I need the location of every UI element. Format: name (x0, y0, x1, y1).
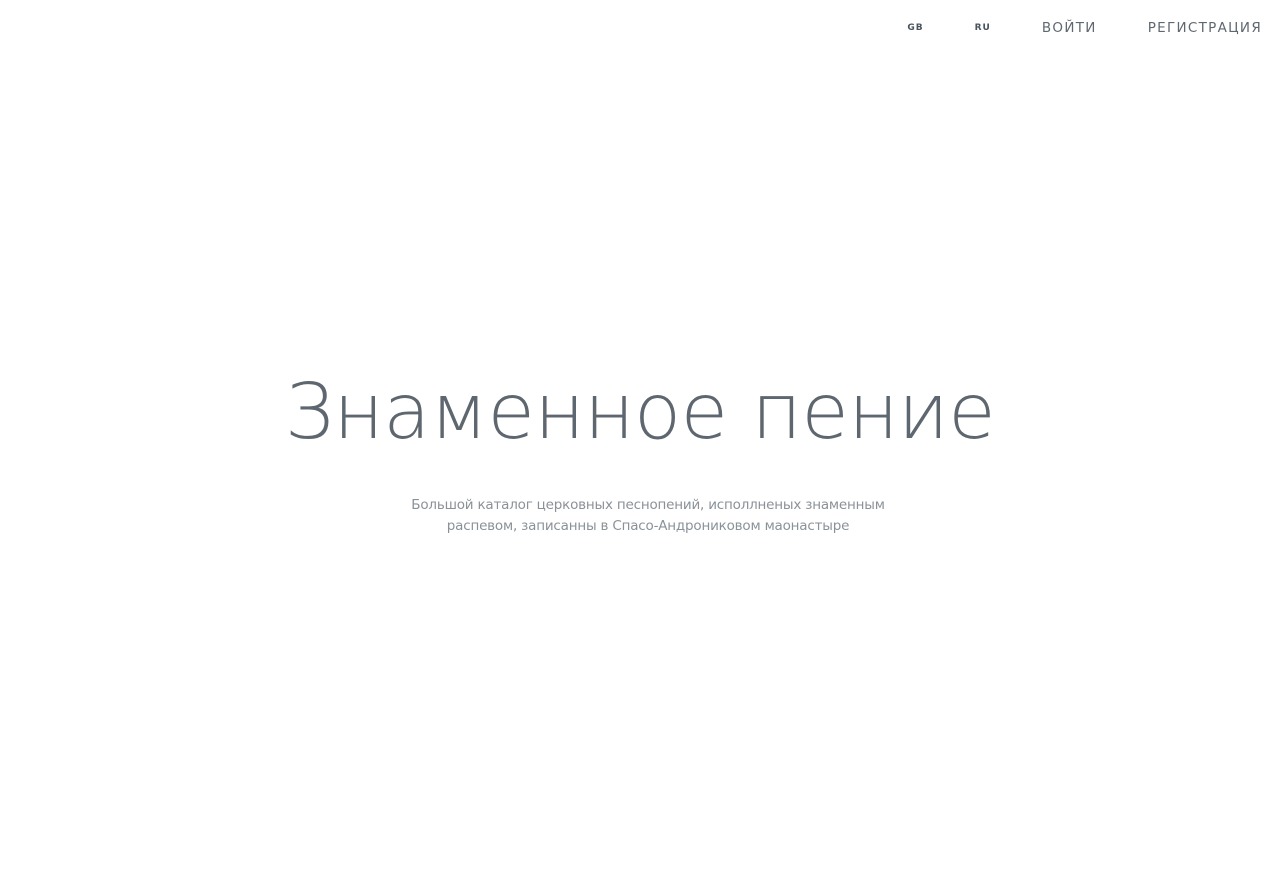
page-title: Знаменное пение (284, 368, 996, 457)
language-ru-link[interactable]: RU (975, 23, 991, 33)
language-gb-link[interactable]: GB (907, 23, 923, 33)
login-link[interactable]: ВОЙТИ (1042, 20, 1097, 36)
top-navigation: GB RU ВОЙТИ РЕГИСТРАЦИЯ (907, 0, 1280, 56)
page-subtitle: Большой каталог церковных песнопений, ис… (411, 497, 885, 534)
register-link[interactable]: РЕГИСТРАЦИЯ (1148, 20, 1262, 36)
